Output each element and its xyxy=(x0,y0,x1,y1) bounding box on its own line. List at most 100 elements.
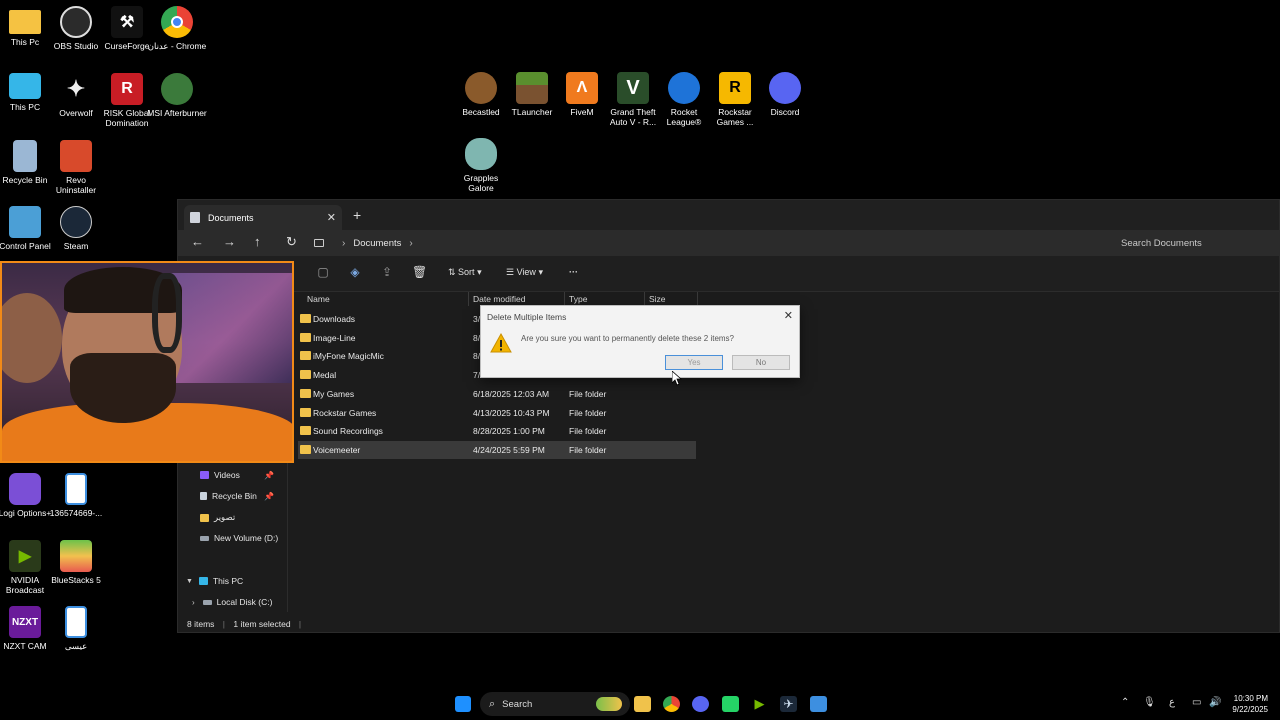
back-icon[interactable]: ← xyxy=(191,234,204,249)
pin-icon: 📌 xyxy=(264,470,274,480)
sidebar-item-this-pc[interactable]: ▼ This PC xyxy=(186,576,243,586)
nvidia-icon: ▶ xyxy=(9,540,41,572)
desktop-icon-discord[interactable]: Discord xyxy=(754,72,816,117)
desktop-icon-label: This PC xyxy=(9,102,41,112)
sidebar-item-videos[interactable]: Videos 📌 xyxy=(200,470,274,480)
address-bar-row: ← → ↑ ↻ › Documents › Search Documents xyxy=(178,230,1279,256)
column-date-modified[interactable]: Date modified xyxy=(473,294,525,304)
file-date: 4/13/2025 10:43 PM xyxy=(473,408,550,418)
chevron-down-icon[interactable]: ▼ xyxy=(186,578,193,585)
overwolf-icon: ✦ xyxy=(66,76,86,101)
delete-icon[interactable]: 🗑 xyxy=(412,265,427,279)
view-button[interactable]: ☰ View ▾ xyxy=(506,267,543,278)
breadcrumb-documents[interactable]: Documents xyxy=(353,238,401,249)
column-type[interactable]: Type xyxy=(569,294,587,304)
paste-icon[interactable]: ▢ xyxy=(316,265,330,279)
item-count: 8 items xyxy=(187,619,215,629)
desktop-icon-msi-afterburner[interactable]: MSI Afterburner xyxy=(146,73,208,118)
desktop-icon-grapples-galore[interactable]: Grapples Galore xyxy=(450,138,512,193)
gta-icon: V xyxy=(617,72,649,104)
column-divider[interactable] xyxy=(564,292,565,306)
headset xyxy=(152,273,182,353)
drive-icon xyxy=(200,535,209,541)
widgets-icon[interactable] xyxy=(596,697,622,711)
file-row[interactable]: Sound Recordings 8/28/2025 1:00 PM File fo… xyxy=(298,422,696,440)
show-hidden-icons-icon[interactable]: ⌃ xyxy=(1121,697,1129,708)
close-tab-icon[interactable]: ✕ xyxy=(327,211,336,224)
column-headers: Name Date modified Type Size xyxy=(302,292,702,306)
sort-button[interactable]: ⇅ Sort ▾ xyxy=(448,267,482,278)
share-icon[interactable]: ⇪ xyxy=(380,265,394,279)
language-indicator[interactable]: ع xyxy=(1169,697,1175,708)
monitor-icon xyxy=(9,73,41,99)
yes-button[interactable]: Yes xyxy=(665,355,723,370)
nvidia-icon[interactable]: ▶ xyxy=(751,696,768,712)
desktop-icon-revo[interactable]: Revo Uninstaller xyxy=(45,140,107,195)
chrome-icon[interactable] xyxy=(663,696,680,712)
more-options-button[interactable]: ··· xyxy=(569,267,578,277)
close-icon[interactable]: ✕ xyxy=(784,309,793,322)
forward-icon[interactable]: → xyxy=(223,234,236,249)
steam-icon[interactable]: ✈ xyxy=(780,696,797,712)
folder-icon xyxy=(300,389,311,398)
microphone-icon[interactable]: 🎙 xyxy=(1143,697,1156,708)
risk-icon: R xyxy=(111,73,143,105)
clock[interactable]: 10:30 PM 9/22/2025 xyxy=(1226,693,1268,715)
desktop-icon-chrome[interactable]: عدنان - Chrome xyxy=(146,6,208,51)
file-type: File folder xyxy=(569,389,607,399)
image-file-icon xyxy=(65,473,87,505)
image-viewer-icon[interactable] xyxy=(810,696,827,712)
sort-label: Sort xyxy=(458,267,475,277)
rename-icon[interactable]: ◈ xyxy=(348,265,362,279)
sidebar-item-local-disk-c[interactable]: › Local Disk (C:) xyxy=(192,597,272,607)
network-icon[interactable]: ▭ xyxy=(1192,697,1201,708)
desktop-icon-image-file[interactable]: 136574669-... xyxy=(45,473,107,518)
column-size[interactable]: Size xyxy=(649,294,666,304)
sidebar-item-new-volume-d[interactable]: New Volume (D:) xyxy=(200,533,278,543)
column-divider[interactable] xyxy=(644,292,645,306)
file-name: My Games xyxy=(313,389,355,399)
dialog-message: Are you sure you want to permanently del… xyxy=(521,334,735,343)
sidebar-item-label: Local Disk (C:) xyxy=(216,597,273,607)
file-row-selected[interactable]: Voicemeeter 4/24/2025 5:59 PM File folder xyxy=(298,441,696,459)
bluestacks-icon xyxy=(60,540,92,572)
pin-icon: 📌 xyxy=(264,491,274,501)
file-explorer-icon[interactable] xyxy=(634,696,651,712)
file-row[interactable]: Rockstar Games 4/13/2025 10:43 PM File fol… xyxy=(298,404,696,422)
start-icon[interactable] xyxy=(455,696,471,712)
desktop-icon-image-file-2[interactable]: عيسى xyxy=(45,606,107,651)
whatsapp-icon[interactable] xyxy=(722,696,739,712)
taskbar-search[interactable]: ⌕ Search xyxy=(480,692,630,716)
up-icon[interactable]: ↑ xyxy=(254,234,261,249)
volume-icon[interactable]: 🔊 xyxy=(1209,697,1221,708)
msi-icon xyxy=(161,73,193,105)
file-row[interactable]: My Games 6/18/2025 12:03 AM File folder xyxy=(298,385,696,403)
selection-count: 1 item selected xyxy=(233,619,291,629)
desktop-icon-label: Revo Uninstaller xyxy=(55,175,97,195)
sidebar-item-tasweer[interactable]: تصوير xyxy=(200,512,235,523)
desktop-icon-label: BlueStacks 5 xyxy=(51,575,101,585)
search-input[interactable]: Search Documents xyxy=(1111,233,1280,253)
discord-icon[interactable] xyxy=(692,696,709,712)
chevron-right-icon[interactable]: › xyxy=(192,598,195,607)
new-tab-button[interactable]: + xyxy=(353,207,361,223)
sidebar-item-recycle-bin[interactable]: Recycle Bin 📌 xyxy=(200,491,274,501)
no-button[interactable]: No xyxy=(732,355,790,370)
becastled-icon xyxy=(465,72,497,104)
column-name[interactable]: Name xyxy=(307,294,330,304)
desktop-icon-label: This Pc xyxy=(10,37,40,47)
desktop-icon-label: Recycle Bin xyxy=(2,175,48,185)
view-icon: ☰ xyxy=(506,267,517,277)
desktop-icon-steam[interactable]: Steam xyxy=(45,206,107,251)
address-bar[interactable]: › Documents › xyxy=(314,233,1104,253)
file-type: File folder xyxy=(569,426,607,436)
desktop-icon-bluestacks[interactable]: BlueStacks 5 xyxy=(45,540,107,585)
column-divider[interactable] xyxy=(468,292,469,306)
tab-documents[interactable]: Documents ✕ xyxy=(184,205,342,230)
chevron-right-icon: › xyxy=(342,237,346,249)
this-pc-icon xyxy=(198,577,208,585)
column-divider[interactable] xyxy=(697,292,698,306)
folder-icon xyxy=(9,10,41,34)
refresh-icon[interactable]: ↻ xyxy=(286,234,297,250)
file-name: Sound Recordings xyxy=(313,426,383,436)
